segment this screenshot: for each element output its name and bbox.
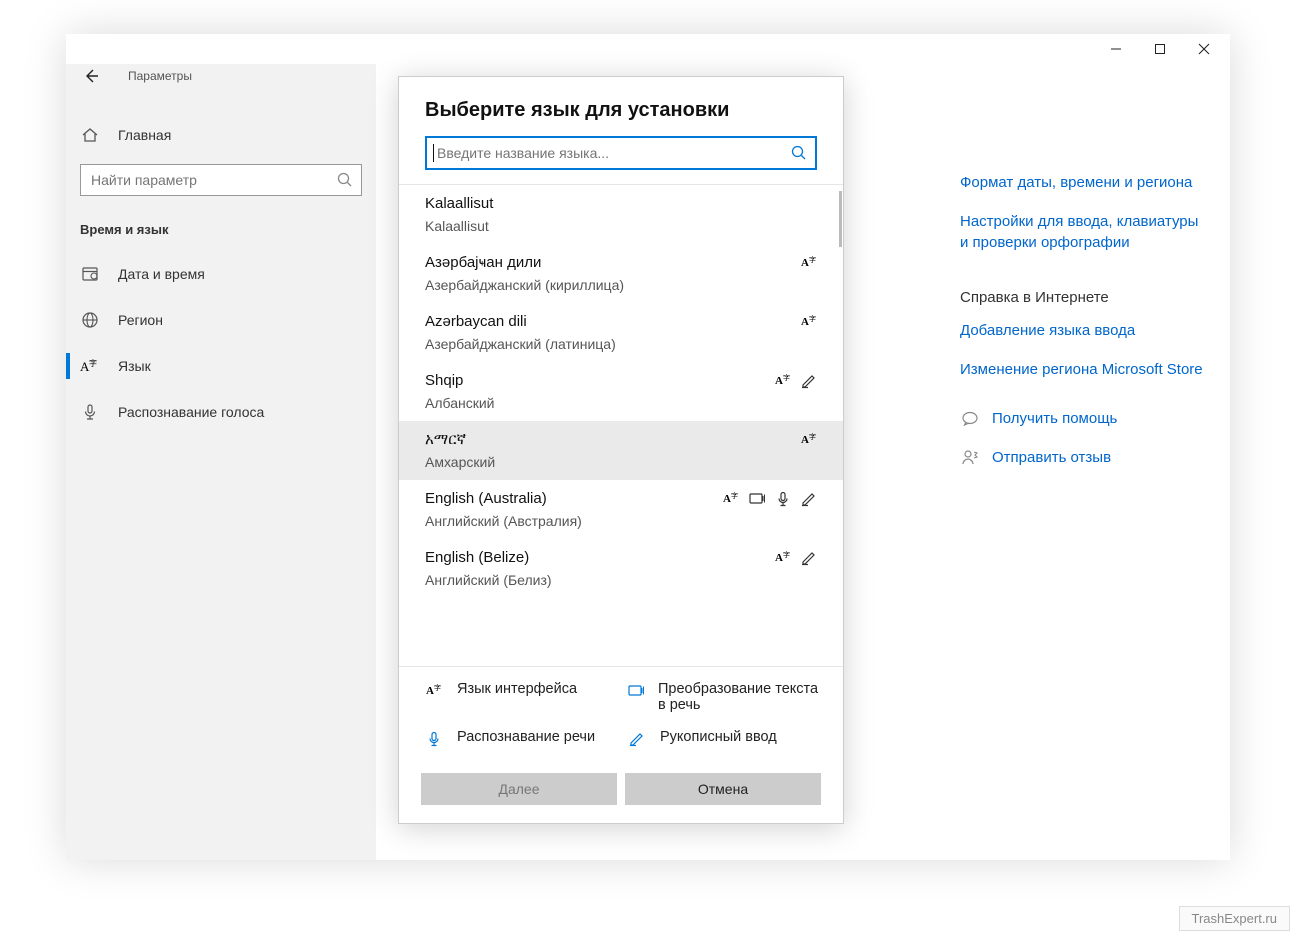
sidebar-item-label: Распознавание голоса xyxy=(118,404,264,420)
language-native-name: Shqip xyxy=(425,372,463,389)
language-feature-icons xyxy=(723,491,817,507)
dialog-title: Выберите язык для установки xyxy=(425,99,817,122)
language-native-name: አማርኛ xyxy=(425,431,466,448)
display-language-icon xyxy=(775,373,791,389)
language-feature-icons xyxy=(801,255,817,271)
language-feature-icons xyxy=(801,432,817,448)
link-input-settings[interactable]: Настройки для ввода, клавиатуры и провер… xyxy=(960,211,1206,253)
sidebar-item-label: Дата и время xyxy=(118,266,205,282)
language-row[interactable]: Kalaallisut Kalaallisut xyxy=(399,185,843,244)
language-feature-icons xyxy=(801,314,817,330)
maximize-button[interactable] xyxy=(1138,34,1182,64)
link-date-format[interactable]: Формат даты, времени и региона xyxy=(960,172,1206,193)
display-language-icon xyxy=(801,432,817,448)
language-feature-icons xyxy=(775,373,817,389)
sidebar-item-label: Главная xyxy=(118,127,171,143)
sidebar-search[interactable] xyxy=(80,164,362,196)
scrollbar-thumb[interactable] xyxy=(839,191,842,247)
dialog-search[interactable] xyxy=(425,136,817,170)
language-localized-name: Азербайджанский (кириллица) xyxy=(425,277,817,293)
language-native-name: English (Australia) xyxy=(425,490,547,507)
dialog-buttons: Далее Отмена xyxy=(399,771,843,823)
handwriting-icon xyxy=(801,373,817,389)
back-icon[interactable] xyxy=(82,67,100,85)
text-caret xyxy=(433,144,434,162)
chat-icon xyxy=(960,410,980,428)
breadcrumb: Параметры xyxy=(128,69,192,83)
speech-icon xyxy=(425,729,443,747)
tts-icon xyxy=(749,491,765,507)
sidebar: Параметры Главная Время и язык Дата и вр… xyxy=(66,64,376,860)
search-icon xyxy=(791,145,807,161)
language-native-name: English (Belize) xyxy=(425,549,529,566)
language-feature-icons xyxy=(775,550,817,566)
language-localized-name: Азербайджанский (латиница) xyxy=(425,336,817,352)
handwriting-icon xyxy=(628,729,646,747)
dialog-search-input[interactable] xyxy=(437,145,791,161)
language-row[interactable]: English (Australia) Английский (Австралия… xyxy=(399,480,843,539)
sidebar-section-heading: Время и язык xyxy=(66,214,376,251)
feedback-icon xyxy=(960,449,980,467)
link-change-store-region[interactable]: Изменение региона Microsoft Store xyxy=(960,359,1206,380)
sidebar-item-speech[interactable]: Распознавание голоса xyxy=(66,389,376,435)
language-native-name: Азәрбајҹан дили xyxy=(425,254,541,271)
language-native-name: Azərbaycan dili xyxy=(425,313,527,330)
legend-label: Преобразование текста в речь xyxy=(658,681,821,713)
legend-label: Распознавание речи xyxy=(457,729,595,745)
language-localized-name: Английский (Белиз) xyxy=(425,572,817,588)
help-heading: Справка в Интернете xyxy=(960,289,1206,306)
watermark: TrashExpert.ru xyxy=(1179,906,1291,931)
language-localized-name: Kalaallisut xyxy=(425,218,817,234)
language-native-name: Kalaallisut xyxy=(425,195,493,212)
search-icon xyxy=(337,172,353,188)
legend-label: Язык интерфейса xyxy=(457,681,577,697)
calendar-icon xyxy=(80,265,100,283)
language-icon xyxy=(80,357,100,375)
language-localized-name: Албанский xyxy=(425,395,817,411)
sidebar-item-region[interactable]: Регион xyxy=(66,297,376,343)
display-language-icon xyxy=(723,491,739,507)
language-localized-name: Амхарский xyxy=(425,454,817,470)
sidebar-search-input[interactable] xyxy=(91,172,337,188)
sidebar-item-datetime[interactable]: Дата и время xyxy=(66,251,376,297)
display-language-icon xyxy=(425,681,443,699)
microphone-icon xyxy=(80,403,100,421)
link-send-feedback[interactable]: Отправить отзыв xyxy=(992,447,1111,468)
legend-label: Рукописный ввод xyxy=(660,729,777,745)
sidebar-item-label: Регион xyxy=(118,312,163,328)
handwriting-icon xyxy=(801,491,817,507)
tts-icon xyxy=(628,681,644,699)
language-row[interactable]: Shqip Албанский xyxy=(399,362,843,421)
language-row[interactable]: አማርኛ Амхарский xyxy=(399,421,843,480)
minimize-button[interactable] xyxy=(1094,34,1138,64)
link-get-help[interactable]: Получить помощь xyxy=(992,408,1117,429)
display-language-icon xyxy=(801,255,817,271)
handwriting-icon xyxy=(801,550,817,566)
globe-icon xyxy=(80,310,100,330)
display-language-icon xyxy=(775,550,791,566)
speech-icon xyxy=(775,491,791,507)
next-button[interactable]: Далее xyxy=(421,773,617,805)
sidebar-item-home[interactable]: Главная xyxy=(66,112,376,158)
close-button[interactable] xyxy=(1182,34,1226,64)
link-add-input-language[interactable]: Добавление языка ввода xyxy=(960,320,1206,341)
language-row[interactable]: English (Belize) Английский (Белиз) xyxy=(399,539,843,598)
sidebar-item-label: Язык xyxy=(118,358,151,374)
language-row[interactable]: Азәрбајҹан дили Азербайджанский (кириллиц… xyxy=(399,244,843,303)
related-links: Формат даты, времени и региона Настройки… xyxy=(960,64,1230,860)
display-language-icon xyxy=(801,314,817,330)
language-localized-name: Английский (Австралия) xyxy=(425,513,817,529)
language-list[interactable]: Kalaallisut Kalaallisut Азәрбајҹан дили Азе… xyxy=(399,184,843,666)
language-row[interactable]: Azərbaycan dili Азербайджанский (латиница… xyxy=(399,303,843,362)
add-language-dialog: Выберите язык для установки KalaallisutK… xyxy=(398,76,844,824)
cancel-button[interactable]: Отмена xyxy=(625,773,821,805)
feature-legend: Язык интерфейса Преобразование текста в … xyxy=(399,666,843,771)
home-icon xyxy=(80,126,100,144)
sidebar-item-language[interactable]: Язык xyxy=(66,343,376,389)
